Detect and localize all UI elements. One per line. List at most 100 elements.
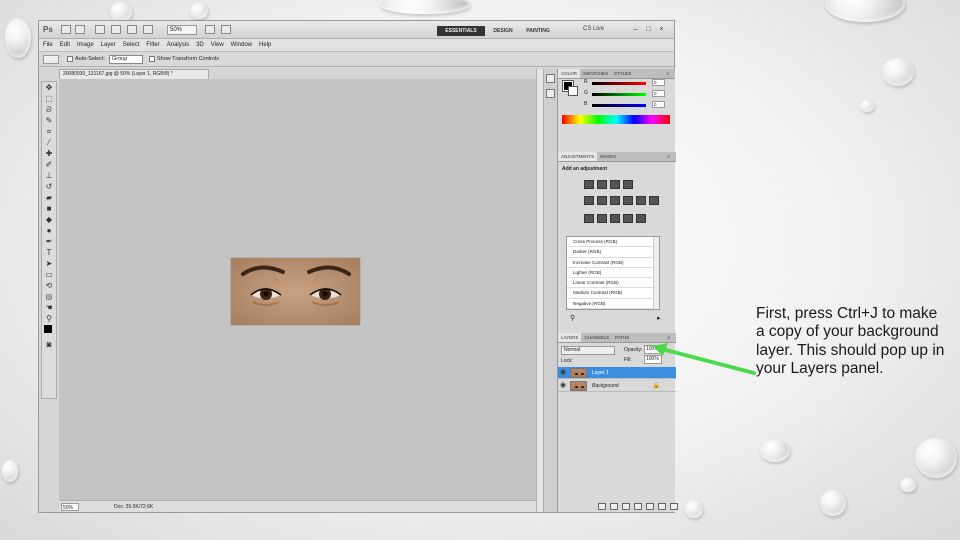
menu-select[interactable]: Select [123, 42, 140, 48]
link-layers-icon[interactable] [598, 503, 606, 510]
background-color-swatch[interactable] [568, 86, 578, 96]
curves-icon[interactable] [610, 180, 620, 189]
clip-icon[interactable]: ⚲ [570, 315, 575, 322]
actions-panel-icon[interactable] [546, 89, 555, 98]
zoom-level-dropdown[interactable]: 50% [167, 25, 197, 35]
healing-brush-tool-icon[interactable]: ✚ [43, 149, 55, 159]
black-white-icon[interactable] [623, 196, 633, 205]
marquee-tool-icon[interactable]: ⬚ [43, 94, 55, 104]
color-swatches-icon[interactable] [43, 325, 55, 339]
preset-item[interactable]: Medium Contrast (RGB) [567, 288, 659, 299]
gradient-tool-icon[interactable]: ■ [43, 204, 55, 214]
color-balance-icon[interactable] [610, 196, 620, 205]
panel-expand-icon[interactable]: ▸ [657, 315, 661, 322]
trash-icon[interactable] [670, 503, 678, 510]
blend-mode-dropdown[interactable]: Normal [561, 346, 615, 355]
presets-scrollbar[interactable] [653, 237, 659, 309]
tool-preset-picker[interactable] [43, 55, 59, 64]
tab-swatches[interactable]: SWATCHES [580, 69, 611, 78]
status-zoom-field[interactable]: 50% [61, 503, 79, 511]
workspace-design[interactable]: DESIGN [489, 26, 517, 36]
invert-icon[interactable] [584, 214, 594, 223]
close-button[interactable]: × [657, 26, 666, 34]
blue-value[interactable]: 0 [652, 101, 665, 108]
eyedropper-tool-icon[interactable]: ⁄ [43, 138, 55, 148]
new-layer-icon[interactable] [658, 503, 666, 510]
maximize-button[interactable]: □ [644, 26, 653, 34]
brightness-icon[interactable] [584, 180, 594, 189]
red-value[interactable]: 0 [652, 79, 665, 86]
threshold-icon[interactable] [610, 214, 620, 223]
dodge-tool-icon[interactable]: ● [43, 226, 55, 236]
type-tool-icon[interactable]: T [43, 248, 55, 258]
auto-select-checkbox[interactable] [67, 56, 73, 62]
preset-item[interactable]: Cross Process (RGB) [567, 237, 659, 248]
history-panel-icon[interactable] [546, 74, 555, 83]
crop-tool-icon[interactable]: ⌗ [43, 127, 55, 137]
photo-filter-icon[interactable] [636, 196, 646, 205]
menu-edit[interactable]: Edit [60, 42, 70, 48]
levels-icon[interactable] [597, 180, 607, 189]
menu-filter[interactable]: Filter [146, 42, 159, 48]
document-tab[interactable]: 20080930_131167.jpg @ 50% (Layer 1, RGB/… [59, 69, 209, 79]
red-slider[interactable] [592, 82, 646, 85]
panel-menu-icon[interactable]: ≡ [663, 69, 672, 79]
auto-select-dropdown[interactable]: Group [109, 55, 143, 64]
menu-analysis[interactable]: Analysis [167, 42, 189, 48]
pen-tool-icon[interactable]: ✒ [43, 237, 55, 247]
workspace-painting[interactable]: PAINTING [521, 26, 555, 36]
hand-tool-icon[interactable] [111, 25, 121, 34]
canvas-scrollbar[interactable] [536, 69, 543, 512]
zoom-tool-icon[interactable] [127, 25, 137, 34]
path-select-tool-icon[interactable]: ➤ [43, 259, 55, 269]
workspace-essentials[interactable]: ESSENTIALS [437, 26, 485, 36]
color-spectrum-bar[interactable] [562, 115, 670, 124]
tab-masks[interactable]: MASKS [597, 152, 619, 161]
menu-view[interactable]: View [211, 42, 224, 48]
3d-orbit-tool-icon[interactable]: ◎ [43, 292, 55, 302]
new-group-icon[interactable] [646, 503, 654, 510]
green-value[interactable]: 0 [652, 90, 665, 97]
menu-file[interactable]: File [43, 42, 53, 48]
lasso-tool-icon[interactable]: ᘐ [43, 105, 55, 115]
menu-3d[interactable]: 3D [196, 42, 204, 48]
hand-tool-icon[interactable]: ☚ [43, 303, 55, 313]
brush-tool-icon[interactable]: ✐ [43, 160, 55, 170]
tab-layers[interactable]: LAYERS [558, 333, 582, 342]
preset-item[interactable]: Lighter (RGB) [567, 268, 659, 279]
move-tool-icon[interactable]: ✥ [43, 83, 55, 93]
quick-select-tool-icon[interactable]: ✎ [43, 116, 55, 126]
canvas-area[interactable] [59, 79, 536, 500]
selective-color-icon[interactable] [636, 214, 646, 223]
tab-adjustments[interactable]: ADJUSTMENTS [558, 152, 598, 161]
tab-paths[interactable]: PATHS [612, 333, 632, 342]
panel-menu-icon[interactable]: ≡ [664, 152, 673, 162]
menu-window[interactable]: Window [231, 42, 252, 48]
tab-styles[interactable]: STYLES [611, 69, 634, 78]
arrange-documents-icon[interactable] [205, 25, 215, 34]
green-slider[interactable] [592, 93, 646, 96]
preset-item[interactable]: Negative (RGB) [567, 299, 659, 310]
menu-image[interactable]: Image [77, 42, 94, 48]
vibrance-icon[interactable] [584, 196, 594, 205]
preset-item[interactable]: Darker (RGB) [567, 247, 659, 258]
cs-live-button[interactable]: CS Live [583, 26, 604, 32]
rotate-view-icon[interactable] [143, 25, 153, 34]
shape-tool-icon[interactable]: ▭ [43, 270, 55, 280]
add-mask-icon[interactable] [622, 503, 630, 510]
menu-help[interactable]: Help [259, 42, 271, 48]
eye-icon[interactable]: ◉ [560, 382, 568, 390]
blue-slider[interactable] [592, 104, 646, 107]
3d-rotate-tool-icon[interactable]: ⟲ [43, 281, 55, 291]
preset-item[interactable]: Increase Contrast (RGB) [567, 258, 659, 268]
quick-mask-icon[interactable]: ◙ [43, 340, 55, 350]
layer-style-icon[interactable] [610, 503, 618, 510]
panel-menu-icon[interactable]: ≡ [664, 333, 673, 343]
minimize-button[interactable]: – [631, 26, 640, 34]
tab-channels[interactable]: CHANNELS [581, 333, 612, 342]
eraser-tool-icon[interactable]: ▰ [43, 193, 55, 203]
tab-color[interactable]: COLOR [558, 69, 581, 78]
extras-icon[interactable] [95, 25, 105, 34]
preset-item[interactable]: Linear Contrast (RGB) [567, 278, 659, 289]
zoom-tool-icon[interactable]: ⚲ [43, 314, 55, 324]
